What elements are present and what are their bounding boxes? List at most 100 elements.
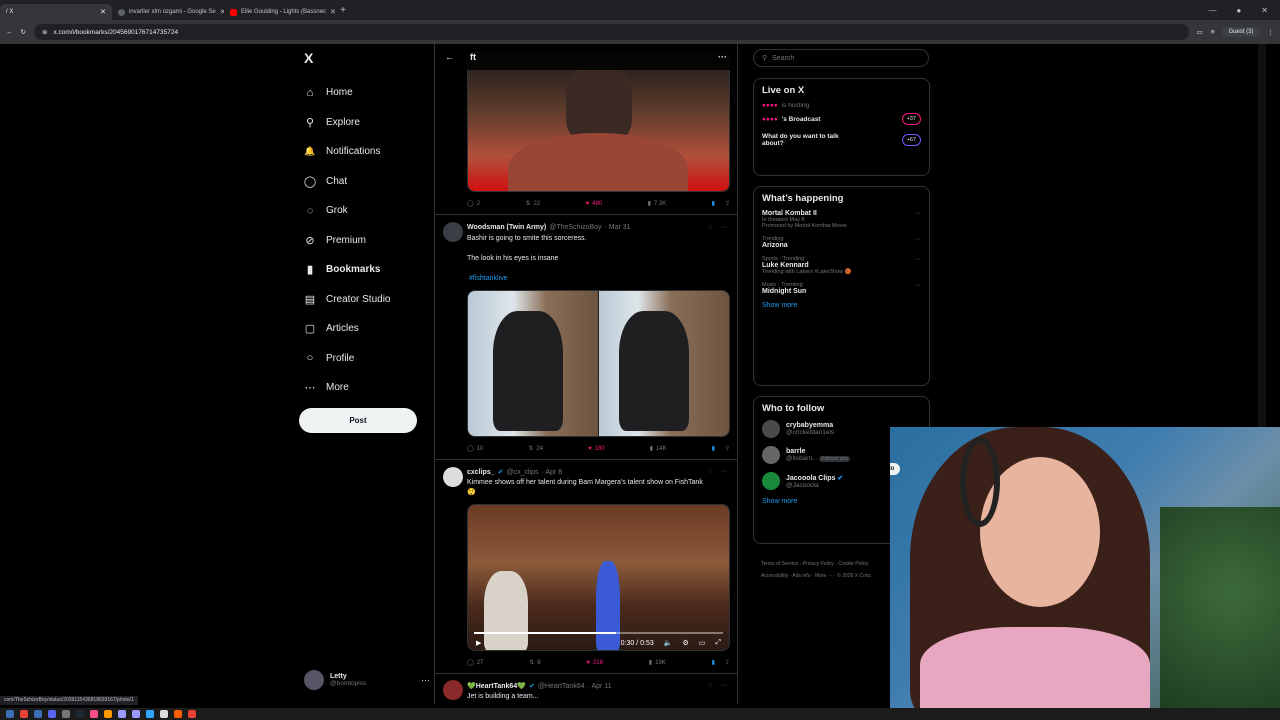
account-switcher[interactable]: Letty @bomtopiss ··· xyxy=(304,670,430,690)
app-icon[interactable] xyxy=(118,710,126,718)
views-button[interactable]: ▮ 14K xyxy=(650,445,667,453)
avatar[interactable] xyxy=(443,222,463,242)
app-icon[interactable] xyxy=(188,710,196,718)
more-icon[interactable]: ··· xyxy=(914,236,921,243)
tweet-author-handle[interactable]: @TheSchizoBoy xyxy=(549,224,601,231)
footer-link[interactable]: Privacy Policy xyxy=(803,561,834,567)
sidebar-item-articles[interactable]: ▢ Articles xyxy=(304,314,390,344)
sidebar-item-grok[interactable]: ◌ Grok xyxy=(304,196,390,226)
sidebar-item-bookmarks[interactable]: ▮ Bookmarks xyxy=(304,255,390,285)
browser-tab-youtube[interactable]: Ellie Goulding - Lights (Bassnec ✕ xyxy=(224,4,336,20)
app-icon[interactable] xyxy=(160,710,168,718)
sidebar-item-premium[interactable]: ⊘ Premium xyxy=(304,226,390,256)
browser-tab-google[interactable]: invarlier xlm ozgami - Google Se ✕ xyxy=(112,4,224,20)
follow-button[interactable]: Follo xyxy=(890,463,901,475)
sidebar-item-profile[interactable]: ○ Profile xyxy=(304,344,390,374)
reply-button[interactable]: ◯ 27 xyxy=(467,659,483,667)
tweet-date[interactable]: · Mar 31 xyxy=(604,224,630,231)
browser-tab-x[interactable]: / X ✕ xyxy=(0,4,112,20)
tweet-author-handle[interactable]: @cx_clips xyxy=(507,469,539,476)
more-icon[interactable]: ··· xyxy=(421,675,430,685)
bookmark-icon[interactable]: ▮ xyxy=(712,445,715,452)
footer-link[interactable]: More ··· xyxy=(815,573,833,579)
reply-button[interactable]: ◯ 2 xyxy=(467,200,480,208)
more-icon[interactable]: ··· xyxy=(720,682,727,689)
footer-link[interactable]: Terms of Service xyxy=(761,561,798,567)
site-info-icon[interactable]: ⊜ xyxy=(42,28,47,36)
sidebar-item-chat[interactable]: ◯ Chat xyxy=(304,167,390,197)
settings-icon[interactable]: ⚙ xyxy=(682,639,688,647)
close-icon[interactable]: ✕ xyxy=(100,8,106,16)
like-button[interactable]: ♥ 180 xyxy=(588,445,605,452)
tweet-media-video[interactable]: ▶ 0:30 / 0:53 🔈 ⚙ ▭ ⤢ xyxy=(467,504,730,651)
app-icon[interactable] xyxy=(48,710,56,718)
browser-menu-icon[interactable]: ⋮ xyxy=(1268,28,1275,36)
sidebar-item-creator-studio[interactable]: ▤ Creator Studio xyxy=(304,285,391,315)
more-icon[interactable]: ··· xyxy=(718,52,727,62)
share-icon[interactable]: ⇪ xyxy=(725,659,730,666)
grok-icon[interactable]: ◌ xyxy=(708,468,712,475)
reload-icon[interactable]: ↻ xyxy=(21,28,26,36)
minimize-icon[interactable]: — xyxy=(1208,6,1216,15)
maximize-icon[interactable]: ● xyxy=(1236,6,1241,15)
like-button[interactable]: ♥ 480 xyxy=(586,200,603,207)
play-icon[interactable]: ▶ xyxy=(476,639,481,647)
url-field[interactable]: ⊜ x.com/i/bookmarks/2045690176714735724 xyxy=(33,24,1189,40)
grok-icon[interactable]: ◌ xyxy=(708,682,712,689)
live-row-hosting[interactable]: ●●●● is hosting xyxy=(762,102,921,109)
more-icon[interactable]: ··· xyxy=(914,256,921,263)
chrome-icon[interactable] xyxy=(20,710,28,718)
tweet-author-name[interactable]: cxclips_ xyxy=(467,469,495,476)
fullscreen-icon[interactable]: ⤢ xyxy=(715,639,721,647)
video-progress-bar[interactable] xyxy=(474,632,723,634)
grok-icon[interactable]: ◌ xyxy=(708,224,712,231)
volume-icon[interactable]: 🔈 xyxy=(664,639,673,647)
more-icon[interactable]: ··· xyxy=(720,224,727,231)
tweet-media-image[interactable] xyxy=(467,52,730,192)
window-close-icon[interactable]: ✕ xyxy=(1261,6,1268,15)
back-arrow-icon[interactable]: ← xyxy=(445,52,454,62)
trend-item[interactable]: Trending Arizona ··· xyxy=(762,236,921,249)
like-button[interactable]: ♥ 218 xyxy=(586,659,603,666)
tweet-media-image[interactable] xyxy=(467,290,730,437)
live-row-talk[interactable]: What do you want to talk about? +67 xyxy=(762,133,921,147)
avatar[interactable] xyxy=(443,680,463,700)
share-icon[interactable]: ⇪ xyxy=(725,200,730,207)
live-row-broadcast[interactable]: ●●●● 's Broadcast +37 xyxy=(762,113,921,125)
app-icon[interactable] xyxy=(76,710,84,718)
trend-item[interactable]: Mortal Kombat II In theaters May 8 Promo… xyxy=(762,210,921,229)
app-icon[interactable] xyxy=(104,710,112,718)
search-input[interactable]: ⚲ Search xyxy=(753,49,929,67)
windows-start-icon[interactable] xyxy=(6,710,14,718)
app-icon[interactable] xyxy=(132,710,140,718)
tweet-date[interactable]: · Apr 11 xyxy=(588,683,612,690)
retweet-button[interactable]: ⇅ 22 xyxy=(525,200,540,208)
new-tab-button[interactable]: + xyxy=(336,5,350,16)
more-icon[interactable]: ··· xyxy=(720,468,727,475)
app-icon[interactable] xyxy=(146,710,154,718)
app-icon[interactable] xyxy=(34,710,42,718)
tweet-author-handle[interactable]: @HeartTank64 xyxy=(538,683,585,690)
footer-link[interactable]: Accessibility xyxy=(761,573,788,579)
views-button[interactable]: ▮ 19K xyxy=(649,659,666,667)
share-icon[interactable]: ⇪ xyxy=(725,445,730,452)
more-icon[interactable]: ··· xyxy=(914,210,921,217)
app-icon[interactable] xyxy=(174,710,182,718)
menu-icon[interactable]: ≡ xyxy=(1211,29,1215,36)
trend-item[interactable]: Music · Trending Midnight Sun ··· xyxy=(762,282,921,295)
cast-icon[interactable]: ▭ xyxy=(1197,28,1203,36)
trend-item[interactable]: Sports · Trending Luke Kennard Trending … xyxy=(762,256,921,275)
x-logo-icon[interactable]: X xyxy=(304,50,313,66)
footer-link[interactable]: Cookie Policy xyxy=(838,561,868,567)
retweet-button[interactable]: ⇅ 8 xyxy=(529,659,540,667)
retweet-button[interactable]: ⇅ 24 xyxy=(528,445,543,453)
sidebar-item-notifications[interactable]: 🔔 Notifications xyxy=(304,137,390,167)
hashtag-link[interactable]: #fishtanklive xyxy=(469,274,729,284)
app-icon[interactable] xyxy=(62,710,70,718)
pip-icon[interactable]: ▭ xyxy=(699,639,706,647)
bookmark-icon[interactable]: ▮ xyxy=(712,200,715,207)
back-arrow-icon[interactable]: ← xyxy=(6,29,13,36)
tweet-date[interactable]: · Apr 8 xyxy=(542,469,563,476)
views-button[interactable]: ▮ 7.3K xyxy=(648,200,667,208)
avatar[interactable] xyxy=(443,467,463,487)
